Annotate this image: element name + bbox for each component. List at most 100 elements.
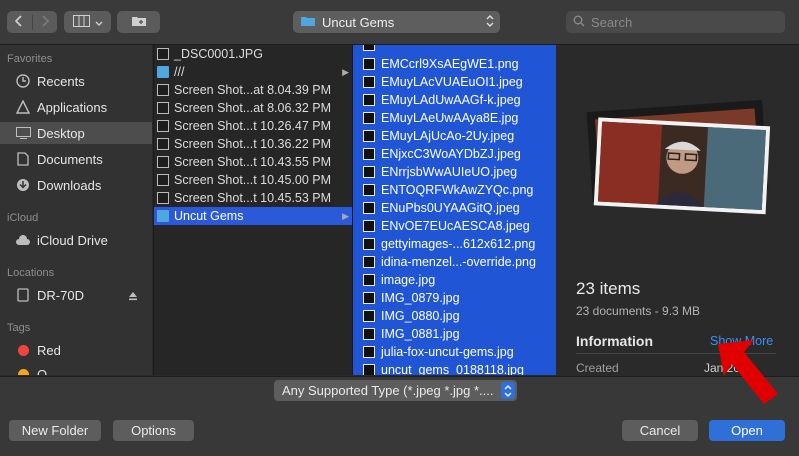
file-column-uncut-gems[interactable]: EMCcrl9XsAEgWE1.png EMuyLAcVUAEuOI1.jpeg E… [352, 45, 556, 375]
list-item[interactable]: Screen Shot...t 10.43.55 PM [154, 153, 352, 171]
image-file-icon [363, 273, 375, 286]
sidebar-item-label: iCloud Drive [37, 232, 108, 248]
preview-pane: 23 items 23 documents - 9.3 MB Informati… [556, 45, 799, 375]
list-item-label: ENjxcC3WoAYDbZJ.jpeg [381, 146, 521, 161]
image-file-icon [363, 327, 375, 340]
tag-dot-icon [15, 342, 31, 358]
cancel-button[interactable]: Cancel [622, 420, 698, 441]
list-item[interactable]: ENuPbs0UYAAGitQ.jpeg [355, 199, 554, 216]
list-item[interactable]: EMuyLAjUcAo-2Uy.jpeg [355, 127, 554, 144]
list-item[interactable]: EMuyLAdUwAAGf-k.jpeg [355, 91, 554, 108]
list-item[interactable]: _DSC0001.JPG [154, 45, 352, 63]
file-icon [157, 174, 169, 186]
list-item[interactable]: IMG_0880.jpg [355, 307, 554, 324]
list-item-label: _DSC0001.JPG [174, 47, 263, 61]
list-item[interactable]: idina-menzel...-override.png [355, 253, 554, 270]
list-item[interactable]: Screen Shot...t 10.26.47 PM [154, 117, 352, 135]
list-item-label: EMCcrl9XsAEgWE1.png [381, 56, 519, 71]
image-file-icon [363, 57, 375, 70]
image-file-icon [363, 75, 375, 88]
annotation-arrow-icon [718, 340, 778, 404]
search-field[interactable]: Search [566, 11, 785, 33]
list-item[interactable]: Screen Shot...t 10.36.22 PM [154, 135, 352, 153]
list-item-label: IMG_0880.jpg [381, 308, 460, 323]
list-item-label: gettyimages-...612x612.png [381, 236, 536, 251]
list-item[interactable]: Screen Shot...at 8.06.32 PM [154, 99, 352, 117]
sidebar-item-documents[interactable]: Documents [0, 148, 152, 170]
sidebar-item-icloud-drive[interactable]: iCloud Drive [0, 229, 152, 251]
list-item-partial[interactable] [355, 45, 554, 53]
image-file-icon [363, 345, 375, 358]
disclosure-arrow-icon: ▶ [342, 210, 349, 221]
list-item[interactable]: Screen Shot...t 10.45.53 PM [154, 189, 352, 207]
list-item[interactable]: ENTOQRFWkAwZYQc.png [355, 181, 554, 198]
list-item[interactable]: Screen Shot...at 8.04.39 PM [154, 81, 352, 99]
clock-icon [15, 73, 31, 89]
bottom-bar: Any Supported Type (*.jpeg *.jpg *.... N… [0, 376, 799, 456]
sidebar-item-label: Downloads [37, 177, 102, 193]
list-item-label: Screen Shot...at 8.06.32 PM [174, 101, 332, 115]
list-item[interactable]: ENvOE7EUcAESCA8.jpeg [355, 217, 554, 234]
sidebar-item-tag-orange[interactable]: O [0, 363, 152, 375]
list-item[interactable]: julia-fox-uncut-gems.jpg [355, 343, 554, 360]
list-item[interactable]: IMG_0881.jpg [355, 325, 554, 342]
image-file-icon [363, 93, 375, 106]
list-item[interactable]: IMG_0879.jpg [355, 289, 554, 306]
list-item-label: ENTOQRFWkAwZYQc.png [381, 182, 534, 197]
search-placeholder: Search [591, 14, 633, 30]
drive-icon [15, 287, 31, 303]
file-type-popup[interactable]: Any Supported Type (*.jpeg *.jpg *.... [274, 380, 517, 401]
list-item-label: ENvOE7EUcAESCA8.jpeg [381, 218, 530, 233]
list-item[interactable]: EMuyLAeUwAAya8E.jpg [355, 109, 554, 126]
updown-chevron-icon [501, 382, 515, 399]
options-button[interactable]: Options [113, 420, 194, 441]
view-mode-button[interactable] [64, 11, 111, 33]
image-file-icon [363, 111, 375, 124]
list-item[interactable]: uncut_gems_0188118.jpg [355, 361, 554, 375]
file-column-desktop[interactable]: _DSC0001.JPG /// ▶ Screen Shot...at 8.04.39… [153, 45, 352, 375]
file-icon [157, 120, 169, 132]
list-item-label: ENuPbs0UYAAGitQ.jpeg [381, 200, 520, 215]
image-file-icon [363, 147, 375, 160]
list-item[interactable]: Uncut Gems ▶ [154, 207, 352, 225]
folder-plus-icon [131, 15, 147, 30]
list-item-label: /// [174, 65, 185, 79]
list-item-label: ENrrjsbWwAUIeUO.jpeg [381, 164, 518, 179]
new-folder-button[interactable]: New Folder [9, 420, 101, 441]
image-file-icon [363, 255, 375, 268]
items-detail: 23 documents - 9.3 MB [576, 304, 701, 318]
list-item-label: Screen Shot...at 8.04.39 PM [174, 83, 332, 97]
sidebar-item-desktop[interactable]: Desktop [0, 122, 152, 144]
sidebar-item-downloads[interactable]: Downloads [0, 174, 152, 196]
file-icon [157, 84, 169, 96]
list-item[interactable]: gettyimages-...612x612.png [355, 235, 554, 252]
eject-icon[interactable] [128, 289, 138, 304]
sidebar-item-recents[interactable]: Recents [0, 70, 152, 92]
list-item[interactable]: EMuyLAcVUAEuOI1.jpeg [355, 73, 554, 90]
list-item[interactable]: ENjxcC3WoAYDbZJ.jpeg [355, 145, 554, 162]
open-button[interactable]: Open [709, 420, 785, 441]
sidebar-item-applications[interactable]: Applications [0, 96, 152, 118]
list-item-label: Uncut Gems [174, 209, 244, 223]
image-file-icon [363, 201, 375, 214]
list-item-label: image.jpg [381, 272, 436, 287]
list-item[interactable]: image.jpg [355, 271, 554, 288]
list-item[interactable]: EMCcrl9XsAEgWE1.png [355, 55, 554, 72]
new-folder-toolbar-button[interactable] [117, 11, 160, 33]
image-file-icon [363, 165, 375, 178]
disclosure-arrow-icon: ▶ [342, 66, 349, 77]
sidebar-item-tag-red[interactable]: Red [0, 339, 152, 361]
list-item-label: IMG_0879.jpg [381, 290, 460, 305]
list-item-label: Screen Shot...t 10.36.22 PM [174, 137, 332, 151]
sidebar-item-dr-70d[interactable]: DR-70D [0, 284, 152, 306]
location-popup[interactable]: Uncut Gems [293, 11, 500, 33]
list-item[interactable]: /// ▶ [154, 63, 352, 81]
list-item[interactable]: Screen Shot...t 10.45.00 PM [154, 171, 352, 189]
list-item[interactable]: ENrrjsbWwAUIeUO.jpeg [355, 163, 554, 180]
list-item-label: Screen Shot...t 10.43.55 PM [174, 155, 332, 169]
column-view-icon [72, 14, 91, 30]
chevron-left-icon[interactable] [7, 14, 33, 30]
chevron-right-icon[interactable] [33, 14, 58, 30]
list-item-label: Screen Shot...t 10.45.00 PM [174, 173, 332, 187]
nav-buttons [7, 11, 57, 33]
